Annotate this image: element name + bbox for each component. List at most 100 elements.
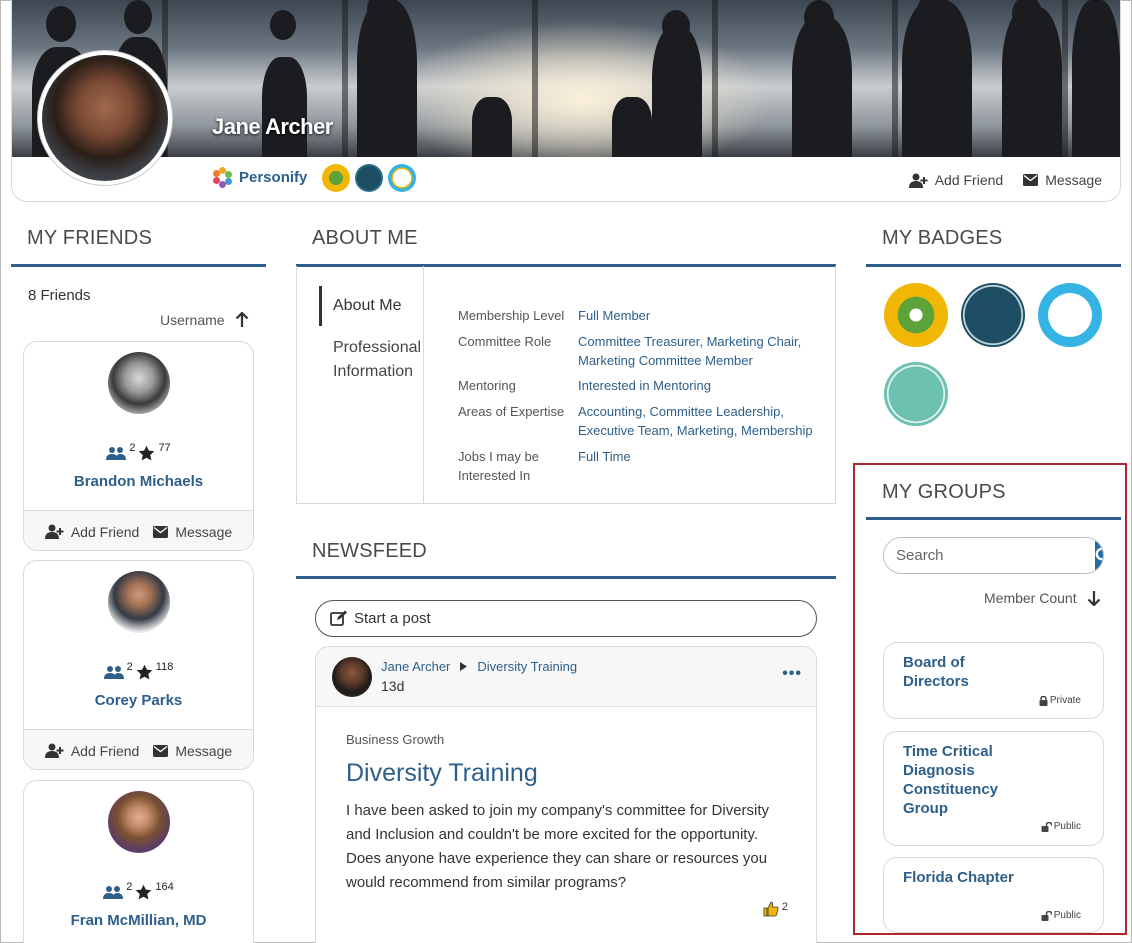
group-name[interactable]: Board of Directors <box>903 653 1023 691</box>
friend-friends-count: 2 <box>129 442 136 454</box>
avatar[interactable] <box>108 571 170 633</box>
add-user-icon <box>44 524 64 539</box>
groups-search <box>883 537 1104 574</box>
about-section-title: ABOUT ME <box>312 227 418 249</box>
add-friend-label: Add Friend <box>70 523 140 540</box>
about-label: Committee Role <box>458 334 552 349</box>
message-button[interactable]: Message <box>153 524 232 540</box>
cover-photo <box>12 0 1120 157</box>
group-card[interactable]: Board of Directors Private <box>883 642 1104 719</box>
about-value[interactable]: Accounting, Committee Leadership, Execut… <box>578 402 813 440</box>
message-button[interactable]: Message <box>1023 172 1102 188</box>
friend-card[interactable]: 2 77 Brandon Michaels Add Friend Message <box>23 341 254 551</box>
groups-search-input[interactable] <box>884 538 1095 573</box>
message-label: Message <box>175 742 233 759</box>
about-value[interactable]: Full Member <box>578 306 818 325</box>
about-panel: About Me Professional Information Member… <box>296 266 836 504</box>
star-icon <box>136 884 152 900</box>
friend-name[interactable]: Fran McMillian, MD <box>24 912 253 929</box>
friend-name[interactable]: Brandon Michaels <box>24 473 253 490</box>
friend-stats: 2 164 <box>24 881 253 901</box>
friend-card[interactable]: 2 118 Corey Parks Add Friend Message <box>23 560 254 770</box>
graduation-badge-icon[interactable] <box>388 164 416 192</box>
users-icon <box>106 447 127 460</box>
unlock-icon <box>1041 821 1052 832</box>
post-card: Jane Archer Diversity Training 13d ••• B… <box>315 646 817 943</box>
gear-wrench-badge-icon[interactable] <box>322 164 350 192</box>
group-privacy-label: Public <box>1053 821 1081 832</box>
start-post-button[interactable]: Start a post <box>315 600 817 637</box>
friend-points: 164 <box>155 881 174 893</box>
friends-count: 8 Friends <box>28 287 91 304</box>
gear-wrench-badge-icon[interactable] <box>884 283 948 347</box>
friends-sort[interactable]: Username <box>160 312 249 328</box>
post-time: 13d <box>381 678 405 694</box>
member-badge-icon[interactable] <box>355 164 383 192</box>
friend-points: 118 <box>155 661 174 673</box>
add-user-icon <box>908 173 928 188</box>
group-privacy-label: Public <box>1053 910 1081 921</box>
group-card[interactable]: Florida Chapter Public <box>883 857 1104 933</box>
lock-icon <box>1039 695 1048 706</box>
newsfeed-section-title: NEWSFEED <box>312 540 427 562</box>
groups-sort-label: Member Count <box>984 590 1077 606</box>
tab-about-me[interactable]: About Me <box>319 286 401 326</box>
friend-actions: Add Friend Message <box>24 729 253 769</box>
avatar[interactable] <box>332 657 372 697</box>
about-value[interactable]: Interested in Mentoring <box>578 376 818 395</box>
arrow-up-icon <box>235 312 248 327</box>
arrow-down-icon <box>1087 591 1100 606</box>
group-name[interactable]: Florida Chapter <box>903 868 1023 887</box>
friend-stats: 2 77 <box>24 442 253 462</box>
about-tabs: About Me Professional Information <box>297 266 424 503</box>
groups-section-title: MY GROUPS <box>882 481 1006 503</box>
post-title[interactable]: Diversity Training <box>346 759 538 788</box>
friends-divider <box>11 264 266 267</box>
badges-divider <box>866 264 1121 267</box>
group-privacy: Public <box>1041 821 1081 832</box>
friend-points: 77 <box>158 442 171 454</box>
post-group[interactable]: Diversity Training <box>477 659 577 674</box>
groups-sort[interactable]: Member Count <box>984 590 1101 606</box>
add-friend-button[interactable]: Add Friend <box>44 523 140 540</box>
edit-icon <box>330 610 347 626</box>
group-privacy: Private <box>1039 695 1081 706</box>
post-category: Business Growth <box>346 732 445 747</box>
post-header: Jane Archer Diversity Training 13d ••• <box>316 647 816 707</box>
avatar[interactable] <box>108 791 170 853</box>
post-author[interactable]: Jane Archer <box>381 659 450 674</box>
tab-professional-information[interactable]: Professional Information <box>333 336 423 384</box>
caret-right-icon <box>460 662 468 671</box>
about-value[interactable]: Full Time <box>578 447 818 466</box>
users-icon <box>103 886 124 899</box>
group-name[interactable]: Time Critical Diagnosis Constituency Gro… <box>903 742 1023 818</box>
friend-card[interactable]: 2 164 Fran McMillian, MD <box>23 780 254 943</box>
message-button[interactable]: Message <box>153 743 232 759</box>
post-author-line: Jane Archer Diversity Training <box>381 659 577 674</box>
profile-name: Jane Archer <box>212 114 333 139</box>
friend-friends-count: 2 <box>126 661 133 673</box>
header-actions: Add Friend Message <box>908 172 1102 188</box>
avatar[interactable] <box>108 352 170 414</box>
newsfeed-divider <box>296 576 836 579</box>
thumbs-up-icon <box>763 901 779 917</box>
friends-sort-label: Username <box>160 312 225 328</box>
add-friend-button[interactable]: Add Friend <box>44 742 140 759</box>
organization-name[interactable]: Personify <box>239 169 307 186</box>
envelope-icon <box>1023 174 1039 186</box>
message-label: Message <box>1045 172 1102 188</box>
more-options-icon[interactable]: ••• <box>782 665 802 683</box>
personify-logo-icon <box>213 167 233 188</box>
like-button[interactable]: 2 <box>763 901 788 917</box>
add-friend-button[interactable]: Add Friend <box>908 172 1003 188</box>
group-card[interactable]: Time Critical Diagnosis Constituency Gro… <box>883 731 1104 846</box>
search-icon <box>1095 547 1103 561</box>
annual-meeting-attendee-badge-icon[interactable] <box>884 362 948 426</box>
member-badge-icon[interactable] <box>961 283 1025 347</box>
friend-name[interactable]: Corey Parks <box>24 692 253 709</box>
about-value[interactable]: Committee Treasurer, Marketing Chair, Ma… <box>578 332 813 370</box>
add-friend-label: Add Friend <box>70 742 140 759</box>
like-count: 2 <box>781 901 788 913</box>
graduation-badge-icon[interactable] <box>1038 283 1102 347</box>
organization[interactable]: Personify <box>213 167 307 188</box>
